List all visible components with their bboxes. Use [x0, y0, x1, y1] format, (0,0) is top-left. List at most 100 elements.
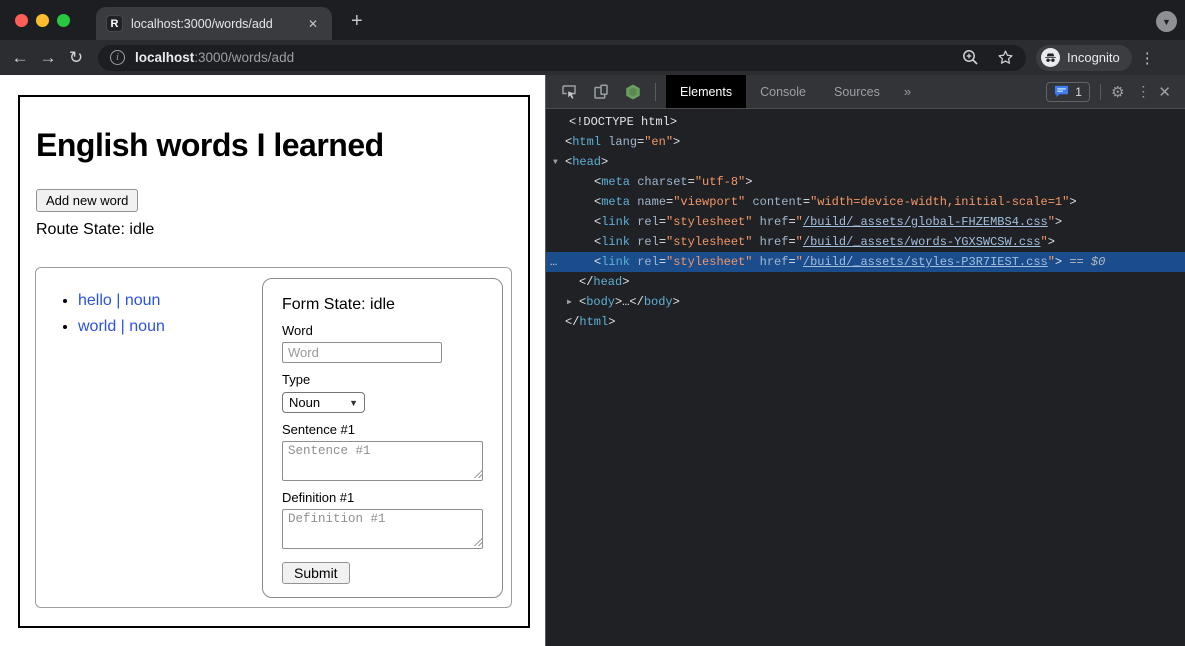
code-token: >	[608, 315, 615, 329]
tab-elements[interactable]: Elements	[666, 75, 746, 108]
code-token: head	[593, 275, 622, 289]
code-token: content	[752, 195, 802, 209]
code-token: =	[659, 255, 666, 269]
dom-tree: <!DOCTYPE html><html lang="en">▼<head><m…	[546, 109, 1185, 332]
node-options-dots-icon[interactable]: …	[550, 252, 558, 272]
dom-tree-line[interactable]: <meta name="viewport" content="width=dev…	[546, 192, 1185, 212]
tab-console[interactable]: Console	[746, 75, 820, 108]
url-host: localhost	[135, 50, 194, 65]
code-token: =	[803, 195, 810, 209]
dom-tree-line[interactable]: </html>	[546, 312, 1185, 332]
new-tab-button[interactable]: +	[345, 10, 369, 33]
url-path: :3000/words/add	[194, 50, 294, 65]
dom-tree-line[interactable]: ▶<body>…</body>	[546, 292, 1185, 312]
issues-count-label: 1	[1075, 85, 1082, 99]
form-state-text: Form State: idle	[282, 296, 483, 314]
close-window-button[interactable]	[15, 14, 28, 27]
code-token: "viewport"	[673, 195, 745, 209]
tab-close-icon[interactable]: ✕	[304, 15, 322, 33]
issues-counter[interactable]: 1	[1046, 82, 1090, 102]
incognito-badge: Incognito	[1036, 45, 1132, 71]
code-token: /build/_assets/global-FHZEMBS4.css	[803, 215, 1048, 229]
code-token: =	[688, 175, 695, 189]
devtools-close-icon[interactable]: ✕	[1158, 83, 1171, 101]
code-token: >	[673, 135, 680, 149]
tab-strip: R localhost:3000/words/add ✕ + ▼	[0, 0, 1185, 40]
code-token: </	[629, 295, 643, 309]
type-field-label: Type	[282, 372, 483, 387]
app-container: English words I learned Add new word Rou…	[18, 95, 530, 628]
code-token: "en"	[644, 135, 673, 149]
code-token: href	[760, 235, 789, 249]
add-new-word-button[interactable]: Add new word	[36, 189, 138, 212]
inspect-element-icon[interactable]	[560, 83, 578, 101]
browser-tab[interactable]: R localhost:3000/words/add ✕	[96, 7, 332, 40]
code-token: rel	[637, 255, 659, 269]
code-token: =	[788, 255, 795, 269]
sentence-textarea[interactable]	[282, 441, 483, 481]
device-toolbar-icon[interactable]	[592, 83, 610, 101]
reload-button[interactable]: ↻	[62, 48, 90, 68]
dom-tree-line[interactable]: <!DOCTYPE html>	[546, 112, 1185, 132]
browser-menu-icon[interactable]: ⋮	[1140, 49, 1154, 67]
code-token: >	[622, 275, 629, 289]
dom-tree-line[interactable]: <link rel="stylesheet" href="/build/_ass…	[546, 212, 1185, 232]
remix-favicon-icon: R	[106, 15, 123, 32]
definition-textarea[interactable]	[282, 509, 483, 549]
code-token: "stylesheet"	[666, 235, 752, 249]
code-token: link	[601, 255, 630, 269]
code-token: body	[586, 295, 615, 309]
zoom-level-icon[interactable]	[962, 49, 979, 66]
word-link-world[interactable]: world | noun	[78, 318, 165, 335]
word-input[interactable]	[282, 342, 442, 363]
dom-tree-line[interactable]: <meta charset="utf-8">	[546, 172, 1185, 192]
words-panel: hello | noun world | noun Form State: id…	[35, 267, 512, 608]
page-viewport: English words I learned Add new word Rou…	[0, 75, 545, 646]
expand-open-arrow-icon[interactable]: ▼	[553, 153, 565, 173]
word-field-label: Word	[282, 323, 483, 338]
code-token: >	[1048, 235, 1055, 249]
dom-tree-line[interactable]: </head>	[546, 272, 1185, 292]
code-token: >	[745, 175, 752, 189]
code-token: == $0	[1062, 255, 1105, 269]
extension-hexagon-icon[interactable]	[624, 83, 642, 101]
code-token: </	[579, 275, 593, 289]
back-button[interactable]: ←	[6, 48, 34, 68]
tab-search-caret-icon[interactable]: ▼	[1156, 11, 1177, 32]
maximize-window-button[interactable]	[57, 14, 70, 27]
tab-sources[interactable]: Sources	[820, 75, 894, 108]
browser-window: R localhost:3000/words/add ✕ + ▼ ← → ↻ i…	[0, 0, 1185, 646]
address-bar[interactable]: i localhost:3000/words/add	[98, 45, 1026, 71]
url-text[interactable]: localhost:3000/words/add	[135, 50, 294, 65]
traffic-lights	[15, 14, 70, 27]
sentence-field-label: Sentence #1	[282, 422, 483, 437]
type-select[interactable]: Noun ▼	[282, 392, 365, 413]
dom-tree-line[interactable]: ▼<head>	[546, 152, 1185, 172]
devtools-panel: Elements Console Sources » 1 ⚙ ⋮ ✕ <!DOC…	[545, 75, 1185, 646]
minimize-window-button[interactable]	[36, 14, 49, 27]
code-token: head	[572, 155, 601, 169]
dom-tree-line[interactable]: <link rel="stylesheet" href="/build/_ass…	[546, 232, 1185, 252]
dom-tree-line[interactable]: <html lang="en">	[546, 132, 1185, 152]
code-token: rel	[637, 215, 659, 229]
submit-button[interactable]: Submit	[282, 562, 350, 584]
code-token: </	[565, 315, 579, 329]
more-tabs-icon[interactable]: »	[894, 84, 921, 99]
expand-closed-arrow-icon[interactable]: ▶	[567, 293, 579, 313]
settings-gear-icon[interactable]: ⚙	[1111, 83, 1124, 101]
toolbar-divider	[655, 83, 656, 101]
bookmark-star-icon[interactable]	[997, 49, 1014, 66]
word-link-hello[interactable]: hello | noun	[78, 292, 160, 309]
code-token: name	[637, 195, 666, 209]
site-info-icon[interactable]: i	[110, 50, 125, 65]
route-state-text: Route State: idle	[36, 221, 528, 239]
message-bubble-icon	[1054, 85, 1069, 98]
code-token: "	[796, 255, 803, 269]
code-token: href	[760, 215, 789, 229]
code-token: "utf-8"	[695, 175, 745, 189]
dom-tree-line[interactable]: …<link rel="stylesheet" href="/build/_as…	[546, 252, 1185, 272]
code-token: "	[1048, 255, 1055, 269]
forward-button[interactable]: →	[34, 48, 62, 68]
devtools-menu-icon[interactable]: ⋮	[1136, 83, 1146, 100]
devtools-tabs: Elements Console Sources »	[666, 75, 921, 108]
